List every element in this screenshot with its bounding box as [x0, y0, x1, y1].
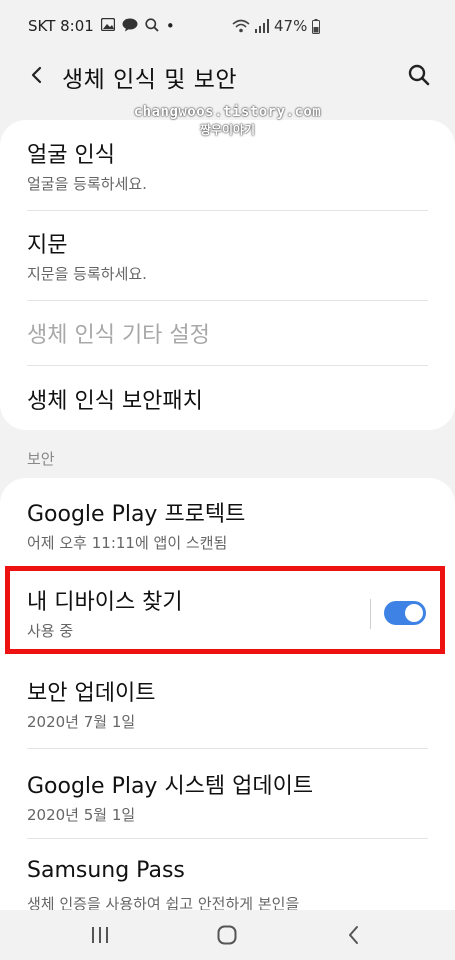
wifi-icon — [232, 19, 250, 33]
screen: SKT 8:01 • 47% 생체 인식 및 보안 얼굴 인식 얼굴을 등록하세… — [0, 0, 455, 960]
home-icon — [217, 925, 237, 945]
status-dot: • — [165, 17, 175, 35]
list-item-security-update[interactable]: 보안 업데이트 2020년 7월 1일 — [0, 654, 455, 744]
list-item-samsung-pass[interactable]: Samsung Pass 생체 인증을 사용하여 쉽고 안전하게 본인을 — [0, 838, 455, 910]
item-subtitle: 얼굴을 등록하세요. — [27, 175, 147, 193]
item-title: Samsung Pass — [27, 858, 185, 883]
security-card: Google Play 프로텍트 어제 오후 11:11에 앱이 스캔됨 내 디… — [0, 478, 455, 910]
watermark-name: 짱우이야기 — [199, 123, 256, 137]
item-title: 생체 인식 보안패치 — [27, 389, 203, 414]
highlight-box — [5, 566, 445, 654]
status-right: 47% — [232, 17, 321, 35]
talk-icon — [122, 18, 138, 35]
signal-icon — [255, 19, 269, 33]
battery-percent: 47% — [274, 17, 308, 35]
watermark-url: changwoos.tistory.com — [133, 104, 322, 120]
list-item-biometric-other-settings[interactable]: 생체 인식 기타 설정 — [0, 300, 455, 365]
carrier-time: SKT 8:01 — [28, 17, 94, 35]
list-item-google-play-system-update[interactable]: Google Play 시스템 업데이트 2020년 5월 1일 — [0, 748, 455, 838]
battery-icon — [312, 18, 321, 34]
recent-apps-icon — [92, 927, 108, 943]
search-button[interactable] — [407, 63, 431, 87]
page-title: 생체 인식 및 보안 — [62, 67, 238, 93]
list-item-biometric-security-patch[interactable]: 생체 인식 보안패치 — [0, 365, 455, 430]
search-icon — [408, 64, 430, 86]
item-subtitle: 2020년 5월 1일 — [27, 806, 136, 824]
item-title: 얼굴 인식 — [27, 143, 115, 168]
back-button[interactable] — [24, 62, 50, 88]
item-subtitle: 어제 오후 11:11에 앱이 스캔됨 — [27, 534, 228, 552]
gallery-icon — [100, 17, 116, 34]
search-icon — [145, 17, 159, 35]
status-bar: SKT 8:01 • 47% — [0, 0, 455, 50]
item-title: 보안 업데이트 — [27, 681, 156, 706]
item-title: Google Play 시스템 업데이트 — [27, 774, 314, 799]
back-nav-button[interactable] — [344, 924, 364, 946]
item-subtitle: 생체 인증을 사용하여 쉽고 안전하게 본인을 — [27, 895, 300, 910]
item-subtitle: 지문을 등록하세요. — [27, 265, 147, 283]
recent-apps-button[interactable] — [90, 925, 110, 945]
list-item-fingerprint[interactable]: 지문 지문을 등록하세요. — [0, 210, 455, 300]
status-left: SKT 8:01 • — [28, 17, 175, 35]
item-title: Google Play 프로텍트 — [27, 502, 246, 527]
home-button[interactable] — [216, 924, 238, 946]
list-item-google-play-protect[interactable]: Google Play 프로텍트 어제 오후 11:11에 앱이 스캔됨 — [0, 478, 455, 566]
back-icon — [349, 926, 358, 944]
item-subtitle: 2020년 7월 1일 — [27, 713, 136, 731]
app-header: 생체 인식 및 보안 — [0, 50, 455, 102]
navigation-bar — [0, 910, 455, 960]
item-title: 생체 인식 기타 설정 — [27, 323, 210, 348]
biometrics-card: 얼굴 인식 얼굴을 등록하세요. 지문 지문을 등록하세요. 생체 인식 기타 … — [0, 120, 455, 430]
item-title: 지문 — [27, 233, 68, 258]
chevron-left-icon — [31, 66, 42, 84]
section-label-security: 보안 — [27, 450, 55, 468]
